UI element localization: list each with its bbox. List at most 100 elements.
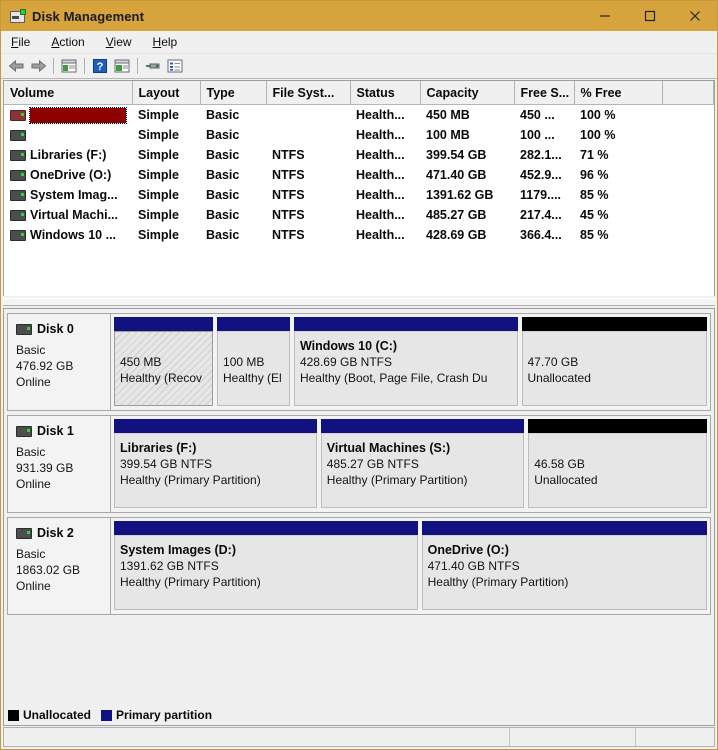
- cell-layout: Simple: [138, 208, 179, 222]
- table-row[interactable]: Virtual Machi... Simple Basic NTFS Healt…: [4, 205, 714, 225]
- close-button[interactable]: [672, 1, 717, 31]
- svg-text:?: ?: [97, 61, 104, 73]
- partition-type-bar: [421, 521, 707, 535]
- column-header-volume[interactable]: Volume: [4, 81, 133, 105]
- column-header-free-space[interactable]: Free S...: [514, 81, 575, 105]
- disk-icon: [16, 425, 32, 437]
- partition[interactable]: Libraries (F:) 399.54 GB NTFS Healthy (P…: [114, 419, 317, 508]
- partition[interactable]: OneDrive (O:) 471.40 GB NTFS Healthy (Pr…: [421, 521, 707, 610]
- partition[interactable]: 450 MB Healthy (Recov: [114, 317, 214, 406]
- partition-size: 450 MB: [120, 355, 162, 369]
- cell-blank: [662, 105, 714, 126]
- legend: Unallocated Primary partition: [8, 708, 218, 722]
- cell-percent-free: 45 %: [580, 208, 609, 222]
- column-header-type[interactable]: Type: [200, 81, 267, 105]
- partition-size: 47.70 GB: [527, 355, 579, 369]
- cell-volume[interactable]: [4, 125, 132, 145]
- column-header-status[interactable]: Status: [350, 81, 421, 105]
- column-header-capacity[interactable]: Capacity: [420, 81, 515, 105]
- menu-view[interactable]: View: [104, 33, 141, 51]
- column-header-file-system[interactable]: File Syst...: [266, 81, 351, 105]
- partition-size: 428.69 GB NTFS: [299, 355, 392, 369]
- partition-body[interactable]: Windows 10 (C:) 428.69 GB NTFS Healthy (…: [293, 331, 518, 406]
- partition-body[interactable]: 100 MB Healthy (El: [217, 331, 290, 406]
- partition-body[interactable]: 46.58 GB Unallocated: [528, 433, 707, 508]
- graphical-view-pane[interactable]: Disk 0 Basic 476.92 GB Online 450 MB Hea…: [3, 308, 715, 726]
- partition-body[interactable]: 47.70 GB Unallocated: [521, 331, 707, 406]
- menu-action[interactable]: Action: [49, 33, 93, 51]
- table-row[interactable]: OneDrive (O:) Simple Basic NTFS Health..…: [4, 165, 714, 185]
- properties-icon[interactable]: [164, 55, 186, 77]
- toolbar-separator-1: [53, 58, 54, 74]
- menu-file[interactable]: File: [9, 33, 39, 51]
- drive-icon: [10, 109, 26, 121]
- cell-volume[interactable]: Virtual Machi...: [4, 205, 132, 225]
- column-header-percent-free[interactable]: % Free: [574, 81, 663, 105]
- cell-volume[interactable]: OneDrive (O:): [4, 165, 132, 185]
- partition-body[interactable]: 450 MB Healthy (Recov: [114, 331, 214, 406]
- disk-row-2[interactable]: Disk 2 Basic 1863.02 GB Online System Im…: [7, 517, 711, 615]
- partition[interactable]: 47.70 GB Unallocated: [521, 317, 707, 406]
- cell-file-system: [266, 105, 350, 126]
- pane-splitter[interactable]: [3, 296, 715, 308]
- menubar: File Action View Help: [1, 31, 717, 54]
- disk-info-2[interactable]: Disk 2 Basic 1863.02 GB Online: [7, 517, 111, 615]
- partition-label: Virtual Machines (S:): [326, 441, 451, 455]
- partition-body[interactable]: Virtual Machines (S:) 485.27 GB NTFS Hea…: [320, 433, 525, 508]
- table-row[interactable]: Libraries (F:) Simple Basic NTFS Health.…: [4, 145, 714, 165]
- disk-info-0[interactable]: Disk 0 Basic 476.92 GB Online: [7, 313, 111, 411]
- cell-volume[interactable]: [4, 105, 132, 126]
- partition-label: Libraries (F:): [120, 441, 197, 455]
- partition-status: Healthy (El: [223, 371, 282, 385]
- partition-body[interactable]: OneDrive (O:) 471.40 GB NTFS Healthy (Pr…: [421, 535, 707, 610]
- table-row[interactable]: Simple Basic Health... 100 MB 100 ... 10…: [4, 125, 714, 145]
- disk-partitions-1: Libraries (F:) 399.54 GB NTFS Healthy (P…: [111, 415, 711, 513]
- partition-body[interactable]: Libraries (F:) 399.54 GB NTFS Healthy (P…: [114, 433, 317, 508]
- minimize-button[interactable]: [582, 1, 627, 31]
- status-cell-right: [636, 728, 714, 746]
- rescan-disks-icon[interactable]: [142, 55, 164, 77]
- table-row[interactable]: System Imag... Simple Basic NTFS Health.…: [4, 185, 714, 205]
- cell-volume[interactable]: System Imag...: [4, 185, 132, 205]
- column-header-blank[interactable]: [662, 81, 714, 105]
- partition-label: OneDrive (O:): [427, 543, 509, 557]
- disk-row-0[interactable]: Disk 0 Basic 476.92 GB Online 450 MB Hea…: [7, 313, 711, 411]
- partition[interactable]: System Images (D:) 1391.62 GB NTFS Healt…: [114, 521, 418, 610]
- cell-file-system: NTFS: [272, 208, 305, 222]
- cell-file-system: NTFS: [272, 228, 305, 242]
- partition-status: Unallocated: [534, 473, 598, 487]
- cell-percent-free: 100 %: [580, 108, 616, 122]
- cell-layout: Simple: [138, 188, 179, 202]
- partition[interactable]: Windows 10 (C:) 428.69 GB NTFS Healthy (…: [293, 317, 518, 406]
- cell-volume[interactable]: Libraries (F:): [4, 145, 132, 165]
- menu-help[interactable]: Help: [151, 33, 187, 51]
- partition[interactable]: 46.58 GB Unallocated: [528, 419, 707, 508]
- maximize-button[interactable]: [627, 1, 672, 31]
- cell-type: Basic: [206, 148, 240, 162]
- partition-status: Healthy (Primary Partition): [120, 575, 261, 589]
- show-console-tree-icon[interactable]: [58, 55, 80, 77]
- drive-icon: [10, 149, 26, 161]
- table-row[interactable]: Windows 10 ... Simple Basic NTFS Health.…: [4, 225, 714, 245]
- partition[interactable]: 100 MB Healthy (El: [217, 317, 290, 406]
- cell-capacity: 100 MB: [426, 128, 470, 142]
- table-row[interactable]: Simple Basic Health... 450 MB 450 ... 10…: [4, 105, 714, 126]
- help-icon[interactable]: ?: [89, 55, 111, 77]
- forward-arrow-icon[interactable]: [27, 55, 49, 77]
- partition[interactable]: Virtual Machines (S:) 485.27 GB NTFS Hea…: [320, 419, 525, 508]
- partition-label: Windows 10 (C:): [299, 339, 398, 353]
- cell-layout: Simple: [138, 108, 179, 122]
- disk-name: Disk 2: [37, 526, 74, 540]
- back-arrow-icon[interactable]: [5, 55, 27, 77]
- disk-row-1[interactable]: Disk 1 Basic 931.39 GB Online Libraries …: [7, 415, 711, 513]
- titlebar[interactable]: Disk Management: [1, 1, 717, 31]
- partition-body[interactable]: System Images (D:) 1391.62 GB NTFS Healt…: [114, 535, 418, 610]
- volume-list-pane[interactable]: Volume Layout Type File Syst... Status C…: [3, 80, 715, 296]
- cell-type: Basic: [206, 228, 240, 242]
- disk-info-1[interactable]: Disk 1 Basic 931.39 GB Online: [7, 415, 111, 513]
- cell-free-space: 100 ...: [520, 128, 555, 142]
- cell-volume[interactable]: Windows 10 ...: [4, 225, 132, 245]
- status-cell-left: [4, 728, 510, 746]
- show-action-pane-icon[interactable]: [111, 55, 133, 77]
- column-header-layout[interactable]: Layout: [132, 81, 201, 105]
